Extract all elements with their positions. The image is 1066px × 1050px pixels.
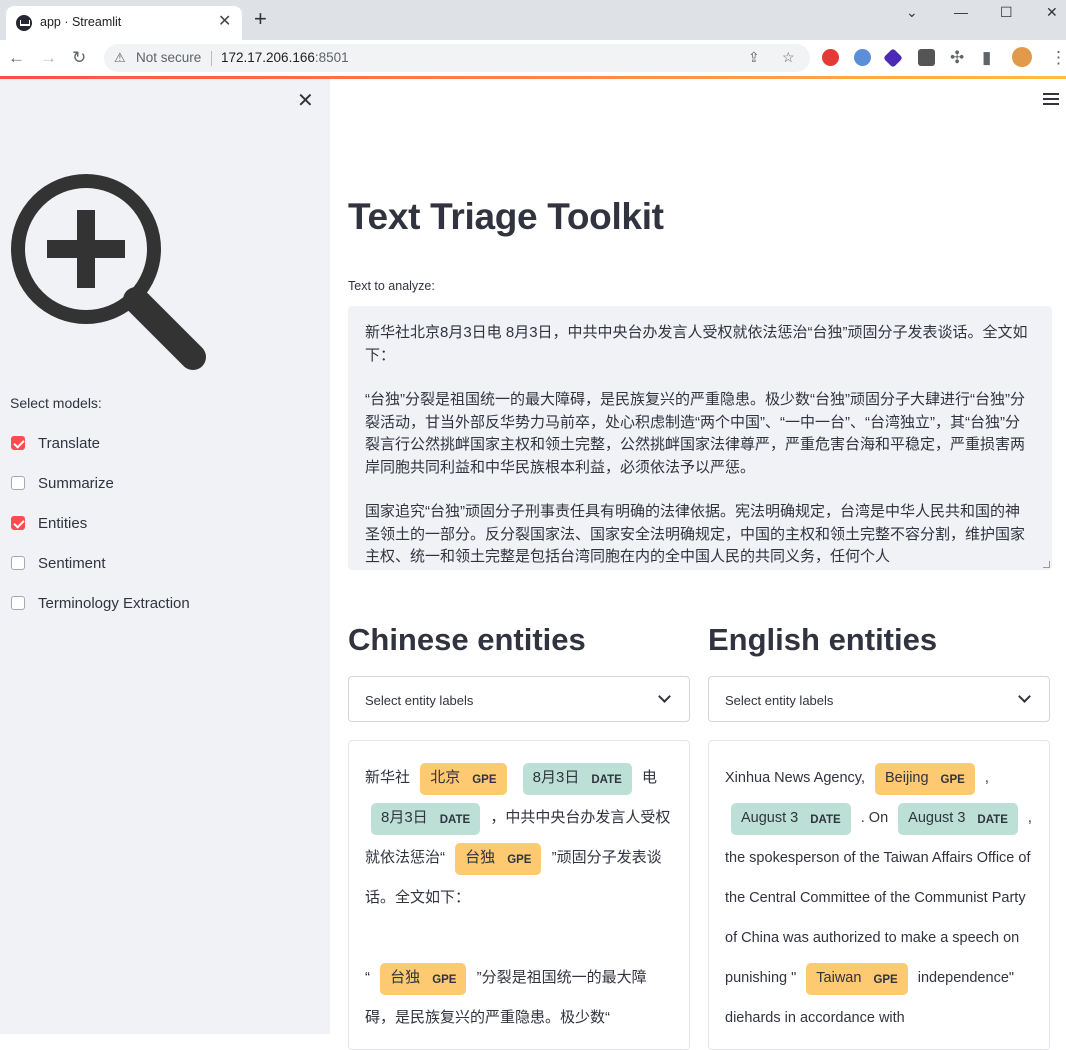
plain-text: 电: [641, 769, 657, 786]
browser-tab-bar: app · Streamlit ✕ + ⌄ — ☐ ✕: [0, 0, 1066, 40]
entity-mark-date: 8月3日 DATE: [371, 803, 481, 835]
checkbox-label: Translate: [38, 435, 100, 452]
checkbox-label: Terminology Extraction: [38, 595, 190, 612]
forward-arrow-icon[interactable]: →: [40, 48, 57, 68]
side-panel-icon[interactable]: ▮: [982, 48, 991, 68]
plain-text: Xinhua News Agency,: [725, 770, 865, 786]
checkbox-checked-icon[interactable]: [11, 436, 25, 450]
plain-text: . On: [860, 810, 889, 826]
plain-text: ,: [984, 770, 989, 786]
english-entities-panel: Xinhua News Agency, Beijing GPE , August …: [708, 740, 1050, 1050]
select-placeholder: Select entity labels: [365, 693, 474, 708]
url-text[interactable]: 172.17.206.166:8501: [221, 50, 349, 65]
warning-icon: ⚠: [114, 50, 126, 65]
entity-text: Xinhua News Agency, Beijing GPE , August …: [709, 741, 1049, 1038]
text-area-label: Text to analyze:: [348, 279, 435, 293]
checkbox-label: Entities: [38, 515, 88, 532]
share-icon[interactable]: ⇪: [748, 49, 760, 66]
entity-mark-gpe: 台独 GPE: [380, 963, 467, 995]
new-tab-button[interactable]: +: [254, 8, 267, 30]
entity-mark-date: August 3 DATE: [898, 803, 1018, 835]
entity-label: GPE: [873, 974, 898, 986]
omnibox[interactable]: ⚠ Not secure 172.17.206.166:8501 ⇪ ☆: [104, 44, 810, 72]
chevron-down-icon: [658, 690, 671, 703]
text-to-analyze-input[interactable]: 新华社北京8月3日电 8月3日，中共中央台办发言人受权就依法惩治“台独”顽固分子…: [348, 306, 1052, 570]
select-placeholder: Select entity labels: [725, 693, 834, 708]
browser-tab[interactable]: app · Streamlit ✕: [6, 6, 242, 40]
extension-icon[interactable]: [854, 49, 871, 66]
tab-search-icon[interactable]: ⌄: [906, 4, 918, 21]
page-title: Text Triage Toolkit: [348, 196, 664, 237]
entity-label: GPE: [507, 854, 532, 866]
chinese-entities-panel: 新华社 北京 GPE 8月3日 DATE 电 8月3日 DATE ，中共中央台办发言人…: [348, 740, 690, 1050]
entity-label: DATE: [977, 814, 1008, 826]
english-entity-label-select[interactable]: Select entity labels: [708, 676, 1050, 722]
resize-handle-icon[interactable]: [1043, 561, 1050, 568]
close-sidebar-icon[interactable]: ✕: [297, 91, 314, 111]
checkbox-unchecked-icon[interactable]: [11, 476, 25, 490]
security-label[interactable]: Not secure: [136, 50, 201, 65]
tab-close-icon[interactable]: ✕: [218, 13, 231, 31]
plain-text: 新华社: [365, 769, 411, 786]
english-entities-heading: English entities: [708, 622, 938, 657]
streamlit-favicon-icon: [16, 15, 32, 31]
chinese-entities-heading: Chinese entities: [348, 622, 586, 657]
minimize-button[interactable]: —: [954, 4, 968, 20]
extension-icon[interactable]: [883, 48, 903, 68]
entity-label: GPE: [432, 974, 457, 986]
checkbox-checked-icon[interactable]: [11, 516, 25, 530]
address-bar-row: ← → ↻ ⚠ Not secure 172.17.206.166:8501 ⇪…: [0, 40, 1066, 76]
tab-title: app · Streamlit: [40, 15, 122, 29]
select-models-label: Select models:: [10, 395, 102, 411]
entity-mark-gpe: Taiwan GPE: [806, 963, 908, 995]
sidebar: ✕ Select models: Translate Summarize Ent…: [0, 79, 330, 1034]
entity-text: 新华社 北京 GPE 8月3日 DATE 电 8月3日 DATE ，中共中央台办发言人…: [349, 741, 689, 1038]
back-arrow-icon[interactable]: ←: [8, 48, 25, 68]
profile-avatar[interactable]: [1012, 47, 1032, 67]
entity-label: DATE: [439, 814, 471, 826]
checkbox-label: Summarize: [38, 475, 114, 492]
entity-mark-gpe: Beijing GPE: [875, 763, 975, 795]
magnifier-plus-logo-icon: [11, 174, 206, 370]
plain-text: “: [365, 969, 370, 986]
reload-icon[interactable]: ↻: [72, 48, 86, 68]
entity-mark-gpe: 台独 GPE: [455, 843, 542, 875]
plain-text: ,: [1027, 810, 1032, 826]
chevron-down-icon: [1018, 690, 1031, 703]
checkbox-unchecked-icon[interactable]: [11, 596, 25, 610]
close-window-button[interactable]: ✕: [1046, 4, 1058, 21]
chinese-entity-label-select[interactable]: Select entity labels: [348, 676, 690, 722]
text-paragraph: “台独”分裂是祖国统一的最大障碍，是民族复兴的严重隐患。极少数“台独”顽固分子大…: [365, 391, 1026, 476]
extension-icon[interactable]: [918, 49, 935, 66]
checkbox-unchecked-icon[interactable]: [11, 556, 25, 570]
entity-label: DATE: [591, 774, 622, 786]
bookmark-star-icon[interactable]: ☆: [782, 49, 795, 66]
entity-mark-gpe: 北京 GPE: [420, 763, 507, 795]
omnibox-divider: [211, 51, 212, 66]
entity-label: DATE: [810, 814, 841, 826]
puzzle-extensions-icon[interactable]: ✣: [950, 48, 964, 68]
entity-mark-date: August 3 DATE: [731, 803, 851, 835]
adblock-extension-icon[interactable]: [822, 49, 839, 66]
text-paragraph: 国家追究“台独”顽固分子刑事责任具有明确的法律依据。宪法明确规定，台湾是中华人民…: [365, 503, 1026, 565]
entity-label: GPE: [472, 774, 497, 786]
kebab-menu-icon[interactable]: ⋮: [1050, 48, 1066, 68]
checkbox-label: Sentiment: [38, 555, 106, 572]
entity-mark-date: 8月3日 DATE: [522, 763, 632, 795]
hamburger-menu-icon[interactable]: [1043, 93, 1059, 105]
entity-label: GPE: [940, 774, 965, 786]
maximize-button[interactable]: ☐: [1000, 4, 1013, 21]
text-paragraph: 新华社北京8月3日电 8月3日，中共中央台办发言人受权就依法惩治“台独”顽固分子…: [365, 324, 1028, 364]
